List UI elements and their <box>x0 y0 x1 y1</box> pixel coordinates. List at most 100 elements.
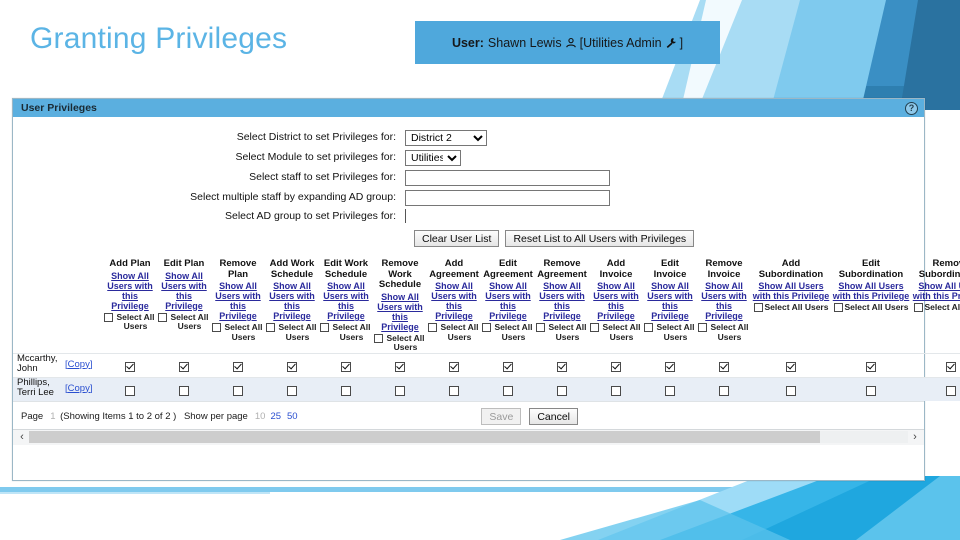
select-all-checkbox[interactable] <box>644 323 653 332</box>
select-all-label[interactable]: Select All Users <box>320 322 372 342</box>
scrollbar-thumb[interactable] <box>29 431 821 443</box>
show-all-users-link[interactable]: Show All Users with this Privilege <box>698 281 750 321</box>
reset-list-button[interactable]: Reset List to All Users with Privileges <box>505 230 695 247</box>
select-all-checkbox[interactable] <box>590 323 599 332</box>
horizontal-scrollbar[interactable]: ‹ › <box>13 428 924 445</box>
select-all-checkbox[interactable] <box>833 303 843 312</box>
privilege-checkbox[interactable] <box>557 385 567 396</box>
select-all-checkbox[interactable] <box>698 323 707 332</box>
select-all-label[interactable]: Select All Users <box>212 322 264 342</box>
show-all-users-link[interactable]: Show All Users with this Privilege <box>536 281 588 321</box>
scroll-left-arrow[interactable]: ‹ <box>15 431 29 443</box>
select-all-label[interactable]: Select All Users <box>536 322 588 342</box>
privilege-checkbox[interactable] <box>341 361 351 372</box>
privilege-checkbox[interactable] <box>125 361 135 372</box>
privilege-checkbox[interactable] <box>611 385 621 396</box>
privilege-checkbox[interactable] <box>449 361 459 372</box>
privilege-checkbox[interactable] <box>557 361 567 372</box>
select-all-checkbox[interactable] <box>104 312 113 322</box>
privilege-checkbox[interactable] <box>665 385 675 396</box>
staff-input[interactable] <box>405 170 610 186</box>
select-all-label[interactable]: Select All Users <box>698 322 750 342</box>
select-all-label[interactable]: Select All Users <box>266 322 318 342</box>
show-all-users-link[interactable]: Show All Users with this Privilege <box>832 281 910 301</box>
privilege-checkbox[interactable] <box>179 361 189 372</box>
privilege-checkbox[interactable] <box>179 385 189 396</box>
privilege-checkbox[interactable] <box>665 361 675 372</box>
privilege-checkbox[interactable] <box>866 361 876 372</box>
privilege-checkbox[interactable] <box>786 385 796 396</box>
privilege-checkbox[interactable] <box>946 361 956 372</box>
select-all-label[interactable]: Select All Users <box>752 302 830 313</box>
select-all-checkbox[interactable] <box>374 333 383 343</box>
district-select[interactable]: District 2 <box>405 130 487 146</box>
select-all-checkbox[interactable] <box>913 303 923 312</box>
select-all-label[interactable]: Select All Users <box>590 322 642 342</box>
show-all-users-link[interactable]: Show All Users with this Privilege <box>644 281 696 321</box>
module-select[interactable]: Utilities <box>405 150 461 166</box>
per-page-10[interactable]: 10 <box>255 411 266 422</box>
select-all-label[interactable]: Select All Users <box>374 333 426 353</box>
privilege-checkbox[interactable] <box>287 361 297 372</box>
privilege-checkbox[interactable] <box>946 385 956 396</box>
per-page-50[interactable]: 50 <box>287 411 298 422</box>
privilege-checkbox[interactable] <box>866 385 876 396</box>
col-title: Remove Subordination <box>918 258 960 280</box>
privilege-checkbox[interactable] <box>287 385 297 396</box>
select-all-checkbox[interactable] <box>482 323 491 332</box>
show-all-users-link[interactable]: Show All Users with this Privilege <box>428 281 480 321</box>
select-all-checkbox[interactable] <box>266 323 275 332</box>
privilege-checkbox[interactable] <box>233 361 243 372</box>
privilege-checkbox[interactable] <box>341 385 351 396</box>
privilege-checkbox[interactable] <box>503 361 513 372</box>
col-title: Edit Plan <box>163 258 205 269</box>
privilege-checkbox[interactable] <box>719 385 729 396</box>
show-all-users-link[interactable]: Show All Users with this Privilege <box>320 281 372 321</box>
privilege-checkbox[interactable] <box>233 385 243 396</box>
show-all-users-link[interactable]: Show All Users with this Privilege <box>482 281 534 321</box>
scrollbar-track[interactable] <box>29 431 908 443</box>
col-title: Edit Work Schedule <box>323 258 369 280</box>
privilege-checkbox[interactable] <box>395 361 405 372</box>
scroll-right-arrow[interactable]: › <box>908 431 922 443</box>
copy-link[interactable]: [Copy] <box>65 355 92 370</box>
select-all-checkbox[interactable] <box>428 323 437 332</box>
cancel-button[interactable]: Cancel <box>529 407 578 425</box>
select-all-label[interactable]: Select All Users <box>912 302 960 313</box>
privilege-checkbox[interactable] <box>786 361 796 372</box>
privilege-checkbox[interactable] <box>125 385 135 396</box>
select-all-label[interactable]: Select All Users <box>482 322 534 342</box>
privilege-checkbox[interactable] <box>719 361 729 372</box>
select-all-checkbox[interactable] <box>753 303 763 312</box>
select-all-checkbox[interactable] <box>212 323 221 332</box>
select-all-label[interactable]: Select All Users <box>158 312 210 332</box>
show-all-users-link[interactable]: Show All Users with this Privilege <box>752 281 830 301</box>
show-all-users-link[interactable]: Show All Users with this Privilege <box>590 281 642 321</box>
show-all-users-link[interactable]: Show All Users with this Privilege <box>374 292 426 332</box>
select-all-checkbox[interactable] <box>158 312 167 322</box>
col-title: Remove Plan <box>219 258 257 280</box>
ad-group-input[interactable] <box>405 208 610 224</box>
privilege-checkbox[interactable] <box>395 385 405 396</box>
show-all-users-link[interactable]: Show All Users with this Privilege <box>212 281 264 321</box>
privilege-checkbox[interactable] <box>503 385 513 396</box>
show-all-users-link[interactable]: Show All Users with this Privilege <box>266 281 318 321</box>
select-all-label[interactable]: Select All Users <box>832 302 910 313</box>
privilege-checkbox[interactable] <box>611 361 621 372</box>
select-all-label[interactable]: Select All Users <box>428 322 480 342</box>
help-icon[interactable]: ? <box>905 101 918 115</box>
copy-link[interactable]: [Copy] <box>65 379 92 394</box>
select-all-text: Select All Users <box>278 322 317 342</box>
select-all-checkbox[interactable] <box>536 323 545 332</box>
select-all-label[interactable]: Select All Users <box>644 322 696 342</box>
show-all-users-link[interactable]: Show All Users with this Privilege <box>104 271 156 311</box>
select-all-checkbox[interactable] <box>320 323 329 332</box>
show-all-users-link[interactable]: Show All Users with this Privilege <box>158 271 210 311</box>
clear-user-list-button[interactable]: Clear User List <box>414 230 500 247</box>
save-button[interactable]: Save <box>481 407 522 425</box>
ad-expand-input[interactable] <box>405 190 610 206</box>
select-all-label[interactable]: Select All Users <box>104 312 156 332</box>
per-page-25[interactable]: 25 <box>270 411 281 422</box>
privilege-checkbox[interactable] <box>449 385 459 396</box>
show-all-users-link[interactable]: Show All Users with this Privilege <box>912 281 960 301</box>
